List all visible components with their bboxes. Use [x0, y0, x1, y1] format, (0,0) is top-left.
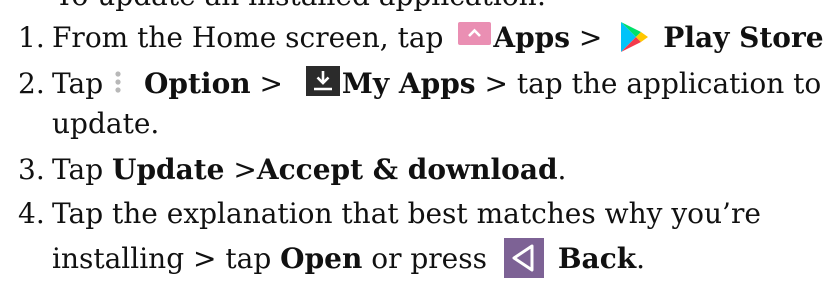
step-1-number: 1.: [18, 21, 45, 54]
back-triangle-icon: [503, 237, 544, 278]
step-4-or-press: or press: [371, 242, 487, 275]
apps-label: Apps: [493, 21, 571, 54]
step-4-number: 4.: [18, 197, 45, 230]
open-label: Open: [280, 242, 363, 275]
accept-download-label: Accept & download: [256, 153, 558, 186]
download-icon: [305, 65, 340, 96]
step-4-line-2: installing > tap Open or press Back.: [52, 237, 646, 279]
step-3-number: 3.: [18, 153, 45, 186]
step-2-text: Tap: [52, 67, 104, 100]
step-4: 4. Tap the explanation that best matches…: [0, 192, 823, 284]
option-label: Option: [144, 67, 251, 100]
step-2-separator: >: [259, 67, 283, 100]
cut-off-heading: To update an installed application:: [0, 0, 823, 13]
step-3-line: Tap Update >Accept & download.: [52, 150, 566, 190]
step-2-line-1: Tap Option > My Apps > tap the applicati…: [52, 64, 821, 104]
step-1-separator: >: [578, 21, 603, 54]
vertical-dots-icon: [114, 67, 122, 93]
step-4-period: .: [636, 242, 646, 275]
step-1-line: From the Home screen, tap Apps > Play St…: [52, 18, 823, 58]
step-4-text: installing > tap: [52, 242, 272, 275]
step-1-text: From the Home screen, tap: [52, 21, 444, 54]
step-2-text-after: > tap the application to: [484, 67, 822, 100]
step-2: 2. Tap Option > My Apps > tap the applic…: [0, 62, 823, 146]
apps-up-arrow-icon: [458, 22, 492, 45]
play-store-icon: [619, 21, 649, 53]
step-3-text: Tap: [52, 153, 104, 186]
my-apps-label: My Apps: [341, 67, 476, 100]
step-2-number: 2.: [18, 67, 45, 100]
step-3-period: .: [557, 153, 567, 186]
play-store-label: Play Store: [663, 21, 823, 54]
step-2-line-2: update.: [52, 107, 160, 140]
step-4-line-1: Tap the explanation that best matches wh…: [52, 197, 761, 230]
step-3-separator: >: [233, 153, 257, 186]
step-3: 3. Tap Update >Accept & download.: [0, 148, 823, 192]
update-label: Update: [112, 153, 225, 186]
cut-off-heading-text: To update an installed application:: [55, 0, 546, 13]
step-1: 1. From the Home screen, tap Apps > Play…: [0, 16, 823, 60]
back-label: Back: [557, 242, 637, 275]
